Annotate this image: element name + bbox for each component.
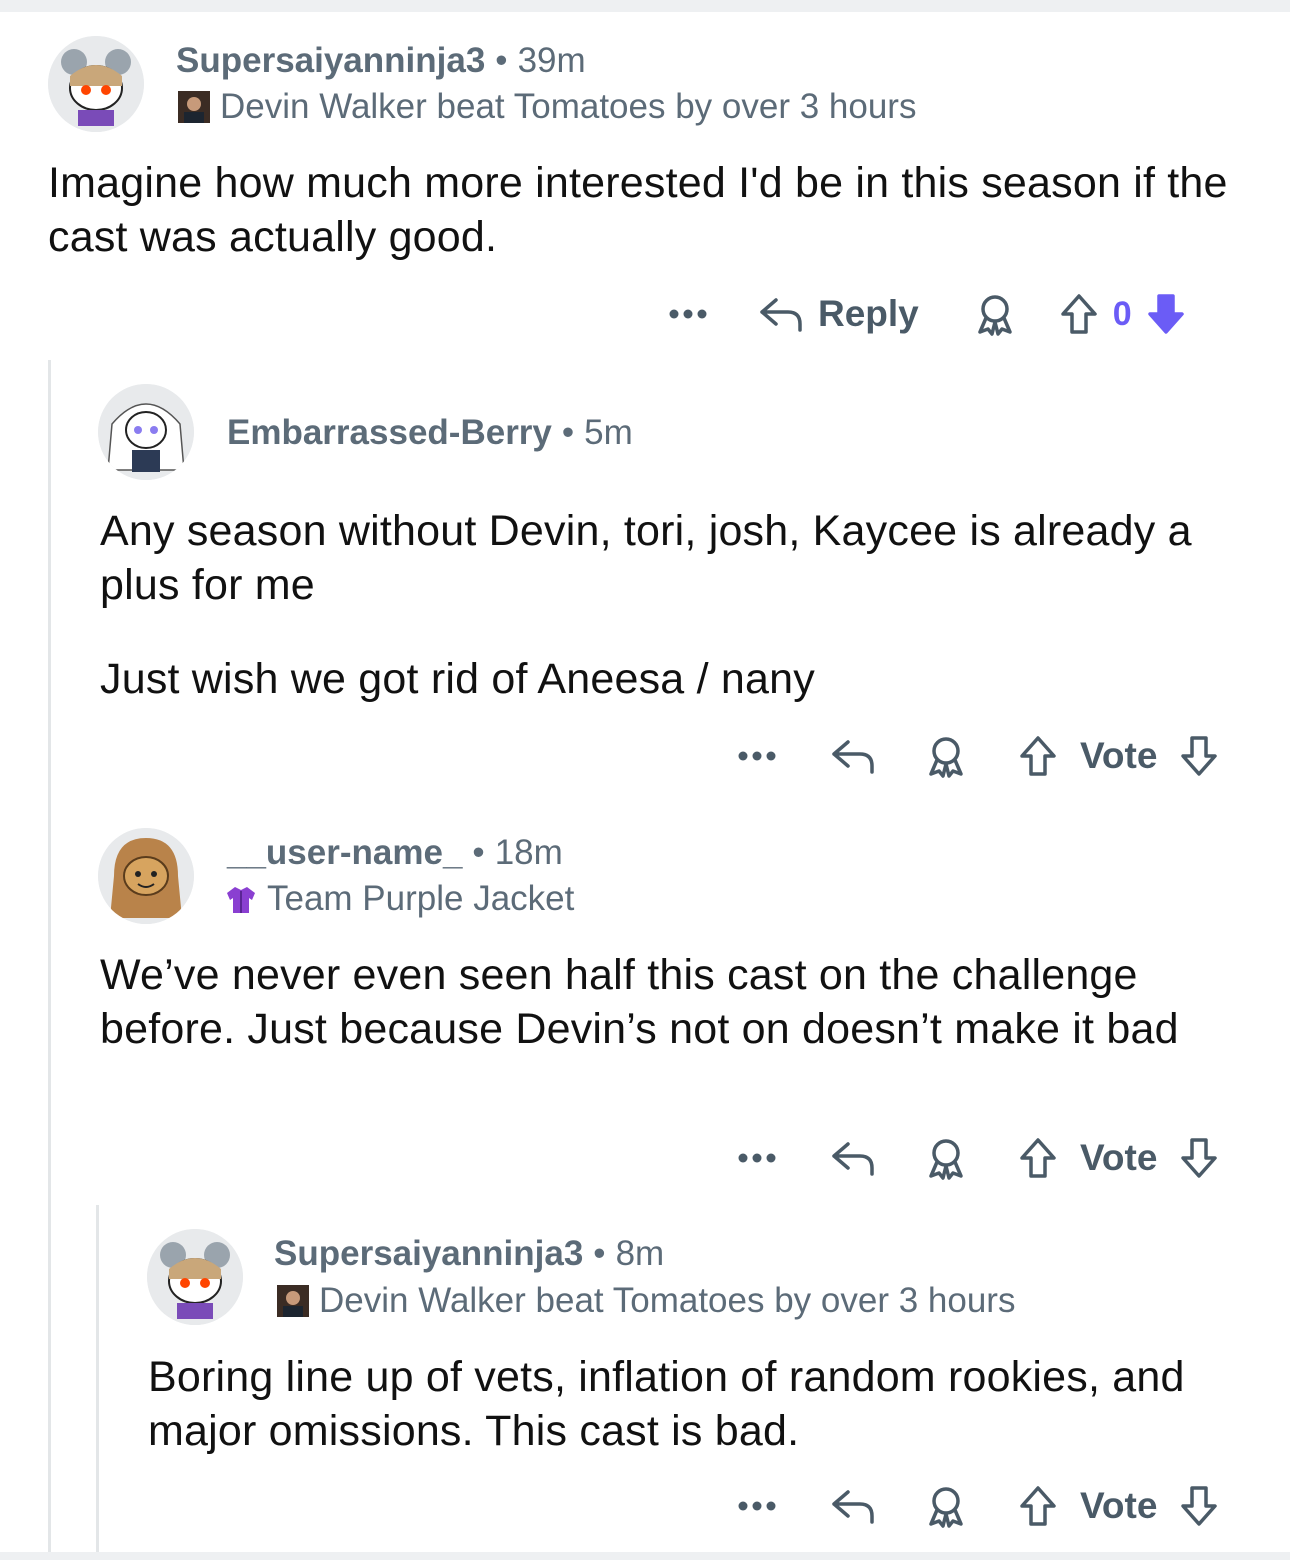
comment-paragraph: Any season without Devin, tori, josh, Ka…: [100, 507, 1192, 609]
user-flair: Team Purple Jacket: [225, 878, 574, 920]
comment-body: We’ve never even seen half this cast on …: [100, 948, 1250, 1056]
downvote-button[interactable]: [1179, 1136, 1219, 1180]
more-icon: [738, 1501, 776, 1511]
reply-button[interactable]: Reply: [758, 293, 919, 335]
award-button[interactable]: [973, 292, 1017, 336]
flair-portrait-icon: [178, 91, 210, 123]
vote-label: Vote: [1080, 1137, 1158, 1178]
comment-actions: Vote: [732, 726, 1219, 786]
more-icon: [738, 751, 776, 761]
comment-actions: Vote: [732, 1476, 1219, 1536]
downvote-button[interactable]: [1179, 734, 1219, 778]
upvote-icon: [1020, 1138, 1056, 1178]
separator-dot: •: [593, 1234, 606, 1273]
comment-meta: Supersaiyanninja3 • 8m: [274, 1233, 664, 1275]
reply-arrow-icon: [832, 1490, 874, 1524]
bottom-separator: [0, 1552, 1290, 1560]
vote-label: Vote: [1080, 735, 1158, 776]
more-options-button[interactable]: [660, 308, 716, 320]
downvote-icon: [1181, 1138, 1218, 1178]
upvote-icon: [1020, 1486, 1056, 1526]
reply-arrow-icon: [832, 1142, 874, 1176]
reply-button[interactable]: [830, 1486, 876, 1526]
user-flair: Devin Walker beat Tomatoes by over 3 hou…: [178, 86, 916, 128]
reply-button[interactable]: [830, 1138, 876, 1178]
flair-text: Devin Walker beat Tomatoes by over 3 hou…: [319, 1281, 1016, 1320]
reply-button[interactable]: [830, 736, 876, 776]
upvote-button[interactable]: [1018, 1136, 1058, 1180]
snoo-avatar-icon: [48, 36, 144, 132]
comment-body: Boring line up of vets, inflation of ran…: [148, 1350, 1248, 1458]
more-icon: [669, 309, 707, 319]
downvote-button[interactable]: [1179, 1484, 1219, 1528]
more-options-button[interactable]: [732, 1500, 782, 1512]
timestamp: 18m: [494, 833, 563, 872]
timestamp: 39m: [517, 41, 586, 80]
upvote-icon: [1020, 736, 1056, 776]
award-icon: [929, 737, 963, 778]
thread-line-level-2[interactable]: [96, 1205, 99, 1560]
downvote-icon: [1147, 294, 1184, 334]
flair-portrait-icon: [277, 1285, 309, 1317]
username[interactable]: __user-name_: [227, 833, 462, 872]
timestamp: 5m: [584, 413, 633, 452]
comment-paragraph: Just wish we got rid of Aneesa / nany: [100, 655, 815, 703]
username[interactable]: Embarrassed-Berry: [227, 413, 552, 452]
award-icon: [929, 1139, 963, 1180]
downvote-icon: [1181, 1486, 1218, 1526]
separator-dot: •: [561, 413, 575, 452]
more-icon: [738, 1153, 776, 1163]
reply-arrow-icon: [760, 298, 802, 332]
purple-jacket-icon: [225, 883, 257, 915]
award-button[interactable]: [924, 1484, 968, 1528]
timestamp: 8m: [615, 1234, 665, 1273]
reply-label: Reply: [818, 293, 919, 334]
vote-label: Vote: [1080, 1485, 1158, 1526]
top-separator: [0, 0, 1290, 12]
thread-line-level-1[interactable]: [48, 360, 51, 1560]
comment-meta: __user-name_ • 18m: [227, 832, 563, 874]
more-options-button[interactable]: [732, 1152, 782, 1164]
comment-meta: Supersaiyanninja3 • 39m: [176, 40, 586, 82]
comment-body: Imagine how much more interested I'd be …: [48, 156, 1248, 264]
upvote-button[interactable]: [1059, 292, 1099, 336]
comment-paragraph: We’ve never even seen half this cast on …: [100, 951, 1179, 1053]
award-button[interactable]: [924, 734, 968, 778]
comment-paragraph: Imagine how much more interested I'd be …: [48, 159, 1228, 261]
reply-arrow-icon: [832, 740, 874, 774]
flair-text: Team Purple Jacket: [267, 879, 575, 918]
snoo-avatar-icon: [98, 828, 194, 924]
username[interactable]: Supersaiyanninja3: [176, 41, 485, 80]
comment-meta: Embarrassed-Berry • 5m: [227, 412, 633, 454]
comment-actions: Vote: [732, 1128, 1219, 1188]
avatar[interactable]: [48, 36, 144, 132]
separator-dot: •: [472, 833, 485, 872]
avatar[interactable]: [147, 1229, 243, 1325]
comment-paragraph: Boring line up of vets, inflation of ran…: [148, 1353, 1185, 1455]
downvote-icon: [1181, 736, 1218, 776]
flair-text: Devin Walker beat Tomatoes by over 3 hou…: [220, 87, 917, 126]
upvote-button[interactable]: [1018, 1484, 1058, 1528]
snoo-avatar-icon: [98, 384, 194, 480]
award-icon: [978, 295, 1012, 336]
upvote-button[interactable]: [1018, 734, 1058, 778]
user-flair: Devin Walker beat Tomatoes by over 3 hou…: [277, 1280, 1015, 1322]
downvote-button[interactable]: [1146, 292, 1186, 336]
comment-actions: Reply 0: [660, 284, 1186, 344]
snoo-avatar-icon: [147, 1229, 243, 1325]
upvote-icon: [1061, 294, 1097, 334]
avatar[interactable]: [98, 384, 194, 480]
comment-body: Any season without Devin, tori, josh, Ka…: [100, 504, 1250, 706]
vote-count: 0: [1112, 294, 1132, 333]
separator-dot: •: [495, 41, 508, 80]
avatar[interactable]: [98, 828, 194, 924]
more-options-button[interactable]: [732, 750, 782, 762]
award-icon: [929, 1487, 963, 1528]
award-button[interactable]: [924, 1136, 968, 1180]
username[interactable]: Supersaiyanninja3: [274, 1234, 583, 1273]
